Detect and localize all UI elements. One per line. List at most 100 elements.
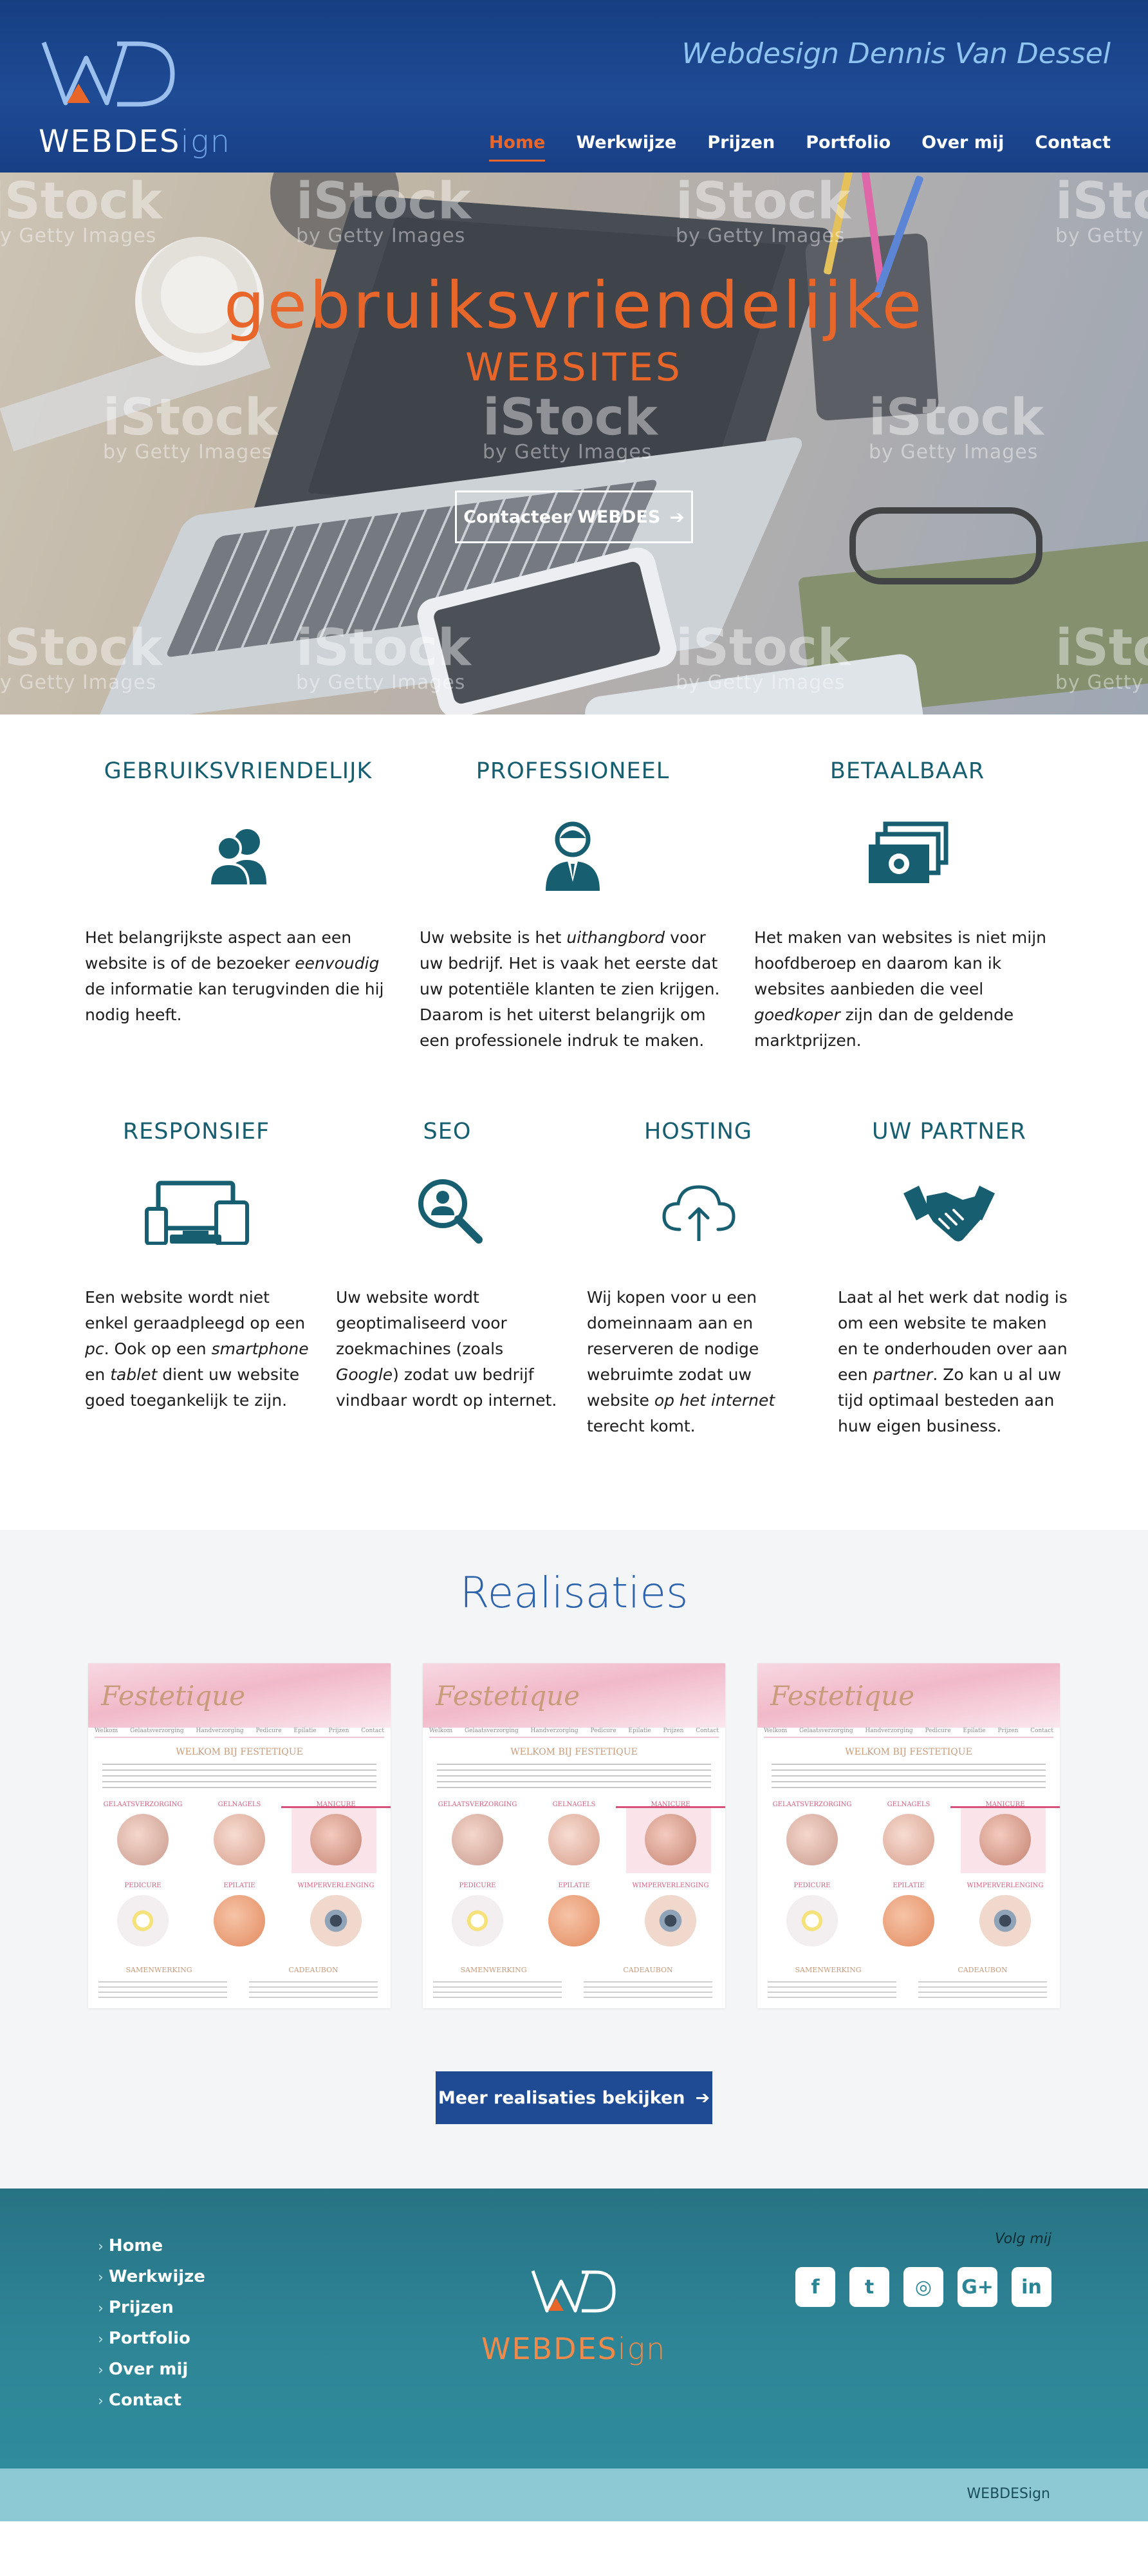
thumb-footer-title: CADEAUBON	[288, 1966, 338, 1974]
footer-link-contact[interactable]: › Contact	[98, 2385, 205, 2416]
footer-nav: › Home › Werkwijze › Prijzen › Portfolio › Ov…	[98, 2231, 205, 2416]
feature-text-professioneel: Uw website is het uithangbord voor uw be…	[420, 925, 722, 1054]
more-realisaties-button[interactable]: Meer realisaties bekijken ➔	[436, 2071, 712, 2124]
thumb-caption: WIMPERVERLENGING	[632, 1882, 709, 1889]
google-plus-icon[interactable]: G+	[958, 2267, 997, 2307]
thumb-nav-item: Gelaatsverzorging	[799, 1728, 853, 1734]
money-icon	[869, 821, 949, 883]
footer-link-label: Werkwijze	[108, 2267, 205, 2286]
devices-icon	[145, 1181, 249, 1245]
stock-watermark: iStockby Getty Images	[296, 176, 471, 246]
contact-cta-button[interactable]: Contacteer WEBDES ➔	[455, 490, 693, 543]
chevron-right-icon: ›	[98, 2239, 104, 2255]
thumb-nav-item: Pedicure	[255, 1728, 282, 1734]
thumb-nav-item: Handverzorging	[196, 1728, 244, 1734]
hero-banner: iStock by Getty Images iStock by Getty Ima…	[0, 173, 1148, 714]
chevron-right-icon: ›	[98, 2270, 104, 2286]
chevron-right-icon: ›	[98, 2393, 104, 2409]
text-part: terecht komt.	[587, 1417, 696, 1435]
thumb-nav-item: Welkom	[95, 1728, 118, 1734]
footer-link-over-mij[interactable]: › Over mij	[98, 2355, 205, 2385]
footer-link-werkwijze[interactable]: › Werkwijze	[98, 2262, 205, 2293]
nav-item-prijzen[interactable]: Prijzen	[707, 133, 775, 162]
footer-link-label: Over mij	[108, 2360, 189, 2379]
thumb-caption: GELNAGELS	[218, 1801, 261, 1808]
thumb-nav-item: Epilatie	[293, 1728, 317, 1734]
portfolio-thumbnail[interactable]: Festetique Welkom Gelaatsverzorging Handve…	[88, 1663, 391, 2008]
instagram-icon[interactable]: ◎	[903, 2267, 943, 2307]
feature-title-uw-partner: UW PARTNER	[872, 1119, 1026, 1144]
portfolio-thumbnail[interactable]: Festetique Welkom Gelaatsverzorging Handve…	[757, 1663, 1060, 2008]
text-emphasis: pc	[85, 1339, 104, 1358]
thumb-photo	[117, 1895, 169, 1946]
thumb-photo	[645, 1814, 696, 1865]
footer-logo-suffix: ign	[617, 2331, 667, 2366]
thumb-caption: MANICURE	[316, 1801, 356, 1808]
twitter-icon[interactable]: t	[849, 2267, 889, 2307]
thumb-nav-item: Handverzorging	[530, 1728, 579, 1734]
thumb-caption: EPILATIE	[893, 1882, 925, 1889]
nav-item-home[interactable]: Home	[488, 133, 545, 162]
site-tagline: Webdesign Dennis Van Dessel	[681, 37, 1111, 70]
thumb-footer-text	[249, 1981, 378, 1999]
thumb-photo	[979, 1814, 1031, 1865]
thumb-caption: WIMPERVERLENGING	[297, 1882, 375, 1889]
nav-item-contact[interactable]: Contact	[1035, 133, 1111, 162]
follow-label: Volg mij	[995, 2231, 1051, 2247]
footer-logo-main: WEBDES	[481, 2331, 618, 2366]
footer-link-label: Prijzen	[108, 2298, 174, 2317]
feature-title-hosting: HOSTING	[643, 1119, 753, 1144]
thumb-caption: MANICURE	[651, 1801, 690, 1808]
footer-logo-text: WEBDESign	[481, 2331, 666, 2366]
users-icon	[208, 829, 266, 887]
handshake-icon	[903, 1186, 995, 1242]
feature-title-seo: SEO	[423, 1119, 472, 1144]
footer-link-label: Portfolio	[108, 2329, 190, 2348]
thumb-nav-item: Pedicure	[590, 1728, 616, 1734]
watermark-sub: by Getty Images	[296, 671, 466, 694]
thumb-photo	[214, 1814, 265, 1865]
portfolio-thumbnail[interactable]: Festetique Welkom Gelaatsverzorging Handve…	[423, 1663, 725, 2008]
thumb-footer-title: SAMENWERKING	[125, 1966, 192, 1974]
thumb-footer-text	[584, 1981, 712, 1999]
watermark-sub: by Getty Images	[296, 225, 466, 247]
footer-link-portfolio[interactable]: › Portfolio	[98, 2324, 205, 2355]
thumb-photo	[310, 1895, 362, 1946]
nav-item-over-mij[interactable]: Over mij	[921, 133, 1004, 162]
site-logo[interactable]: WEBDESign	[39, 39, 232, 167]
thumb-nav-item: Handverzorging	[865, 1728, 913, 1734]
thumb-nav-item: Prijzen	[663, 1728, 684, 1734]
text-part: . Ook op een	[104, 1339, 212, 1358]
more-realisaties-label: Meer realisaties bekijken	[438, 2087, 685, 2108]
footer-link-home[interactable]: › Home	[98, 2231, 205, 2262]
footer-link-prijzen[interactable]: › Prijzen	[98, 2293, 205, 2324]
feature-title-responsief: RESPONSIEF	[122, 1119, 270, 1144]
feature-text-gebruiksvriendelijk: Het belangrijkste aspect aan een website…	[85, 925, 387, 1028]
nav-item-portfolio[interactable]: Portfolio	[806, 133, 891, 162]
stock-watermark: iStockby Getty Images	[1055, 623, 1148, 693]
contact-cta-label: Contacteer WEBDES	[463, 507, 661, 527]
facebook-icon[interactable]: f	[795, 2267, 835, 2307]
watermark-sub: by Getty Images	[676, 225, 846, 247]
text-emphasis: uithangbord	[566, 928, 665, 947]
main-nav: Home Werkwijze Prijzen Portfolio Over mi…	[488, 133, 1111, 162]
watermark-sub: by Getty Images	[676, 671, 846, 694]
nav-item-werkwijze[interactable]: Werkwijze	[576, 133, 676, 162]
thumb-photo	[548, 1814, 600, 1865]
thumb-footer-text	[433, 1981, 562, 1999]
site-header: WEBDESign Webdesign Dennis Van Dessel Ho…	[0, 0, 1148, 173]
cloud-upload-icon	[662, 1185, 736, 1241]
watermark-sub: by Getty Images	[0, 225, 157, 247]
thumb-caption: PEDICURE	[793, 1882, 831, 1889]
social-links: f t ◎ G+ in	[795, 2267, 1051, 2307]
thumb-caption: MANICURE	[985, 1801, 1025, 1808]
thumb-photo	[548, 1895, 600, 1946]
chevron-right-icon: ›	[98, 2301, 104, 2317]
footer-link-label: Contact	[108, 2391, 182, 2410]
linkedin-icon[interactable]: in	[1012, 2267, 1051, 2307]
thumb-footer-text	[918, 1981, 1047, 1999]
feature-text-responsief: Een website wordt niet enkel geraadpleeg…	[85, 1285, 317, 1414]
thumb-nav-item: Prijzen	[997, 1728, 1019, 1734]
thumb-photo	[786, 1895, 838, 1946]
thumb-photo	[645, 1895, 696, 1946]
